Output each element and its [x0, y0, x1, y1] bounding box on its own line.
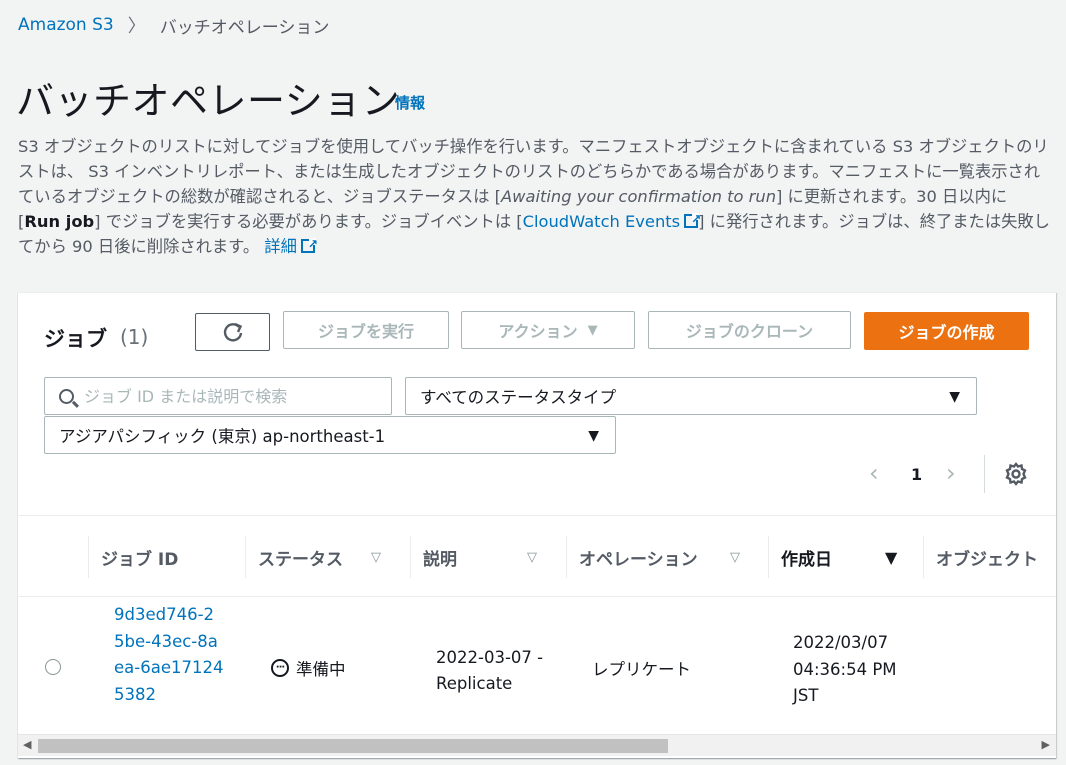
status-filter-value: すべてのステータスタイプ: [420, 388, 617, 407]
col-header-created[interactable]: 作成日 ▼: [768, 536, 923, 578]
page-title: バッチオペレーション: [16, 79, 401, 123]
external-link-icon: [300, 232, 318, 257]
cloudwatch-events-link[interactable]: CloudWatch Events: [522, 207, 702, 232]
search-field[interactable]: [44, 377, 392, 415]
sort-down-icon: ▽: [730, 549, 740, 565]
status-cell: ··· 準備中: [271, 656, 346, 680]
operation-cell: レプリケート: [592, 660, 691, 679]
description-cell: 2022-03-07 - Replicate: [436, 648, 544, 693]
col-header-label: ジョブ ID: [101, 549, 179, 570]
col-header-label: オブジェクト: [936, 549, 1038, 570]
create-job-button[interactable]: ジョブの作成: [864, 312, 1029, 350]
table-header: ジョブ ID ステータス ▽ 説明 ▽ オペレーション ▽ 作成日 ▼ オブジェ…: [18, 515, 1056, 597]
jobs-count: (1): [120, 325, 149, 349]
col-header-objects[interactable]: オブジェクト: [923, 536, 1056, 578]
caret-down-icon: ▼: [587, 322, 598, 338]
sort-down-icon: ▼: [885, 547, 898, 567]
page-description: S3 オブジェクトのリストに対してジョブを使用してバッチ操作を行います。マニフェ…: [18, 134, 1054, 259]
region-filter-value: アジアパシフィック (東京) ap-northeast-1: [59, 427, 386, 446]
pending-icon: ···: [271, 659, 289, 677]
pagination-current-page[interactable]: 1: [911, 465, 922, 484]
scrollbar-thumb[interactable]: [38, 739, 668, 753]
run-job-text: Run job: [24, 212, 95, 231]
jobs-panel: ジョブ (1) ジョブを実行 アクション ▼ ジョブのクローン ジョブの作成 す…: [18, 292, 1056, 758]
pagination-prev-icon[interactable]: ‹: [869, 459, 879, 487]
gear-icon[interactable]: [1003, 461, 1029, 487]
details-label: 詳細: [264, 237, 297, 256]
chevron-right-icon: 〉: [127, 16, 146, 37]
col-header-job-id[interactable]: ジョブ ID: [88, 536, 245, 578]
col-header-status[interactable]: ステータス ▽: [245, 536, 410, 578]
row-select-radio[interactable]: [45, 659, 61, 675]
description-text-3: ] でジョブを実行する必要があります。ジョブイベントは [: [94, 212, 523, 231]
col-header-label: ステータス: [258, 549, 343, 570]
col-header-label: オペレーション: [579, 549, 698, 570]
details-link[interactable]: 詳細: [264, 232, 318, 257]
breadcrumb-current: バッチオペレーション: [159, 17, 330, 38]
sort-down-icon: ▽: [371, 549, 381, 565]
caret-down-icon: ▼: [588, 428, 599, 444]
job-id-link[interactable]: 9d3ed746-25be-43ec-8aea-6ae171245382: [114, 602, 224, 708]
status-filter-select[interactable]: すべてのステータスタイプ ▼: [405, 377, 977, 415]
jobs-title: ジョブ: [44, 327, 107, 351]
sort-down-icon: ▽: [527, 549, 537, 565]
status-text: 準備中: [296, 660, 346, 679]
col-header-label: 説明: [423, 549, 457, 570]
horizontal-scrollbar[interactable]: ◀ ▶: [18, 734, 1056, 756]
caret-down-icon: ▼: [949, 389, 960, 405]
region-filter-select[interactable]: アジアパシフィック (東京) ap-northeast-1 ▼: [44, 416, 616, 454]
cloudwatch-events-label: CloudWatch Events: [522, 212, 681, 231]
breadcrumb: Amazon S3 〉 バッチオペレーション: [18, 12, 329, 38]
search-icon: [59, 388, 74, 404]
col-header-label: 作成日: [781, 549, 832, 570]
external-link-icon: [684, 207, 701, 232]
clone-job-button[interactable]: ジョブのクローン: [648, 311, 851, 349]
search-input[interactable]: [84, 386, 364, 406]
awaiting-status-text: Awaiting your confirmation to run: [501, 187, 777, 206]
refresh-button[interactable]: [195, 313, 270, 351]
pagination-divider: [984, 455, 985, 493]
created-cell: 2022/03/07 04:36:54 PM JST: [793, 633, 897, 705]
actions-dropdown-button[interactable]: アクション ▼: [461, 311, 635, 349]
run-job-button[interactable]: ジョブを実行: [283, 311, 449, 349]
refresh-icon: [223, 322, 242, 342]
table-row: 9d3ed746-25be-43ec-8aea-6ae171245382 ···…: [18, 598, 1056, 733]
scroll-left-icon[interactable]: ◀: [23, 738, 31, 751]
breadcrumb-root-link[interactable]: Amazon S3: [18, 15, 114, 35]
scroll-right-icon[interactable]: ▶: [1042, 738, 1050, 751]
col-header-operation[interactable]: オペレーション ▽: [566, 536, 768, 578]
actions-label: アクション: [498, 322, 578, 341]
pagination-next-icon[interactable]: ›: [946, 459, 956, 487]
col-header-description[interactable]: 説明 ▽: [410, 536, 566, 578]
info-link[interactable]: 情報: [395, 92, 425, 113]
